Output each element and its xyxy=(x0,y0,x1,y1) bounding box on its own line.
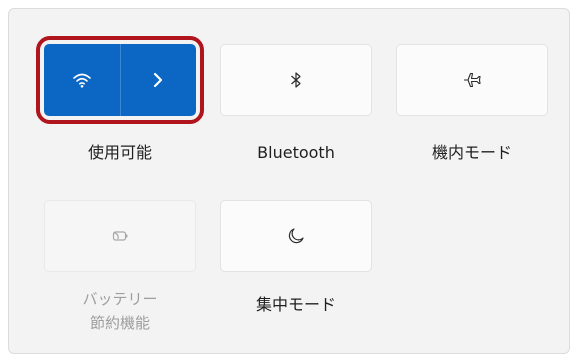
airplane-icon xyxy=(462,71,482,89)
bluetooth-icon xyxy=(289,71,303,89)
wifi-toggle-button[interactable] xyxy=(44,44,121,116)
bluetooth-button[interactable] xyxy=(220,44,372,116)
wifi-label: 使用可能 xyxy=(87,143,152,162)
wifi-expand-button[interactable] xyxy=(120,44,196,116)
battery-saver-label-line1: バッテリー xyxy=(82,290,158,308)
battery-saver-button[interactable] xyxy=(44,200,196,272)
wifi-tile xyxy=(44,44,196,116)
battery-saver-label-line2: 節約機能 xyxy=(89,314,150,332)
focus-button[interactable] xyxy=(220,200,372,272)
chevron-right-icon xyxy=(152,72,164,88)
focus-label: 集中モード xyxy=(255,295,336,314)
wifi-icon xyxy=(72,72,92,88)
bluetooth-label: Bluetooth xyxy=(257,143,335,162)
moon-icon xyxy=(286,226,306,246)
airplane-mode-label: 機内モード xyxy=(431,143,512,162)
battery-saver-icon xyxy=(110,229,130,243)
airplane-mode-button[interactable] xyxy=(396,44,548,116)
